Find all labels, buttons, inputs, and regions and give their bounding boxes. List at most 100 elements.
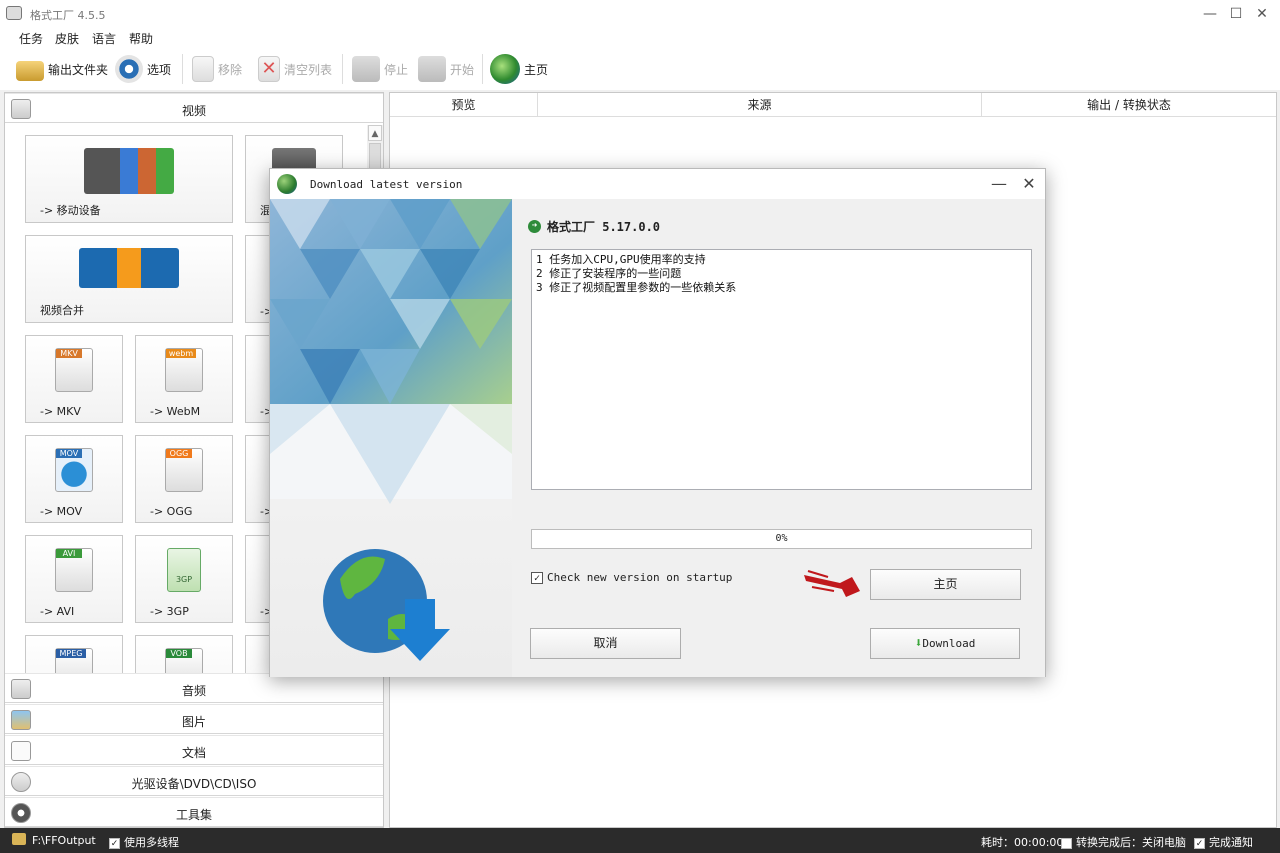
start-button[interactable]: 开始 bbox=[418, 54, 474, 84]
output-folder-button[interactable]: 输出文件夹 bbox=[16, 54, 108, 84]
menu-task[interactable]: 任务 bbox=[19, 30, 43, 47]
release-notes-box[interactable]: 1 任务加入CPU,GPU使用率的支持 2 修正了安装程序的一些问题 3 修正了… bbox=[531, 249, 1032, 490]
column-output-status[interactable]: 输出 / 转换状态 bbox=[982, 93, 1276, 117]
download-progress-bar: 0% bbox=[531, 529, 1032, 549]
tile-mobile[interactable]: -> 移动设备 bbox=[25, 135, 233, 223]
release-note-line: 2 修正了安装程序的一些问题 bbox=[536, 267, 682, 280]
tile-mov[interactable]: MOV -> MOV bbox=[25, 435, 123, 523]
category-rom-label: 光驱设备\DVD\CD\ISO bbox=[131, 777, 257, 791]
tile-webm[interactable]: webm -> WebM bbox=[135, 335, 233, 423]
triangle-pattern-graphic bbox=[270, 199, 512, 661]
webm-badge: webm bbox=[166, 349, 196, 358]
after-done-check-box bbox=[1061, 837, 1072, 849]
mov-badge: MOV bbox=[56, 449, 82, 458]
progress-text: 0% bbox=[775, 533, 788, 544]
avi-file-icon: AVI bbox=[55, 548, 93, 592]
check-startup-mark: ✓ bbox=[531, 571, 543, 584]
avi-badge: AVI bbox=[56, 549, 82, 558]
tile-avi[interactable]: AVI -> AVI bbox=[25, 535, 123, 623]
category-picture[interactable]: 图片 bbox=[5, 704, 383, 734]
category-document[interactable]: 文档 bbox=[5, 735, 383, 765]
check-startup-label: Check new version on startup bbox=[547, 571, 733, 584]
tile-mpeg[interactable]: MPEG bbox=[25, 635, 123, 673]
category-rom-device[interactable]: 光驱设备\DVD\CD\ISO bbox=[5, 766, 383, 796]
multithread-checkbox[interactable]: ✓ 使用多线程 bbox=[109, 834, 179, 850]
check-startup-checkbox[interactable]: ✓ Check new version on startup bbox=[531, 571, 732, 584]
category-picture-label: 图片 bbox=[181, 715, 206, 729]
tile-vob[interactable]: VOB bbox=[135, 635, 233, 673]
stop-button[interactable]: 停止 bbox=[352, 54, 408, 84]
mov-file-icon: MOV bbox=[55, 448, 93, 492]
tile-3gp[interactable]: 3GP -> 3GP bbox=[135, 535, 233, 623]
dialog-close-button[interactable]: ✕ bbox=[1018, 173, 1040, 195]
output-path[interactable]: F:\FFOutput bbox=[32, 834, 96, 847]
tile-label: -> 移动设备 bbox=[40, 204, 101, 217]
home-page-button[interactable]: 主页 bbox=[870, 569, 1021, 600]
tile-label: -> MOV bbox=[40, 505, 83, 518]
globe-icon bbox=[277, 174, 297, 194]
toolbar-separator bbox=[342, 54, 343, 84]
scroll-up-arrow-icon[interactable]: ▲ bbox=[368, 125, 382, 141]
remove-button[interactable]: 移除 bbox=[192, 54, 242, 84]
cancel-button[interactable]: 取消 bbox=[530, 628, 681, 659]
window-titlebar: 格式工厂 4.5.5 — ☐ ✕ bbox=[0, 0, 1280, 28]
toolbar: 输出文件夹 选项 移除 ✕ 清空列表 停止 开始 主页 bbox=[0, 48, 1280, 90]
mpeg-file-icon: MPEG bbox=[55, 648, 93, 673]
tile-ogg[interactable]: OGG -> OGG bbox=[135, 435, 233, 523]
category-audio[interactable]: 音频 bbox=[5, 673, 383, 703]
multithread-label: 使用多线程 bbox=[124, 836, 179, 849]
tile-mkv[interactable]: MKV -> MKV bbox=[25, 335, 123, 423]
column-source[interactable]: 来源 bbox=[538, 93, 982, 117]
tile-label: -> MKV bbox=[40, 405, 81, 418]
after-done-label: 转换完成后：关闭电脑 bbox=[1076, 836, 1186, 849]
folder-icon bbox=[12, 833, 26, 845]
stop-label: 停止 bbox=[384, 62, 409, 77]
menu-language[interactable]: 语言 bbox=[92, 30, 116, 47]
clear-list-button[interactable]: ✕ 清空列表 bbox=[258, 54, 332, 84]
maximize-button[interactable]: ☐ bbox=[1226, 4, 1246, 24]
notify-checkbox[interactable]: ✓ 完成通知 bbox=[1194, 834, 1253, 850]
tile-video-merge[interactable]: 视频合并 bbox=[25, 235, 233, 323]
menu-bar: 任务 皮肤 语言 帮助 bbox=[0, 28, 1280, 48]
video-merge-icon bbox=[79, 248, 179, 288]
category-video[interactable]: 视频 bbox=[5, 93, 383, 123]
mkv-file-icon: MKV bbox=[55, 348, 93, 392]
clear-list-label: 清空列表 bbox=[284, 62, 333, 77]
toolbar-separator bbox=[182, 54, 183, 84]
home-toolbar-button[interactable]: 主页 bbox=[490, 54, 548, 84]
tile-label: -> OGG bbox=[150, 505, 193, 518]
after-done-checkbox[interactable]: 转换完成后：关闭电脑 bbox=[1061, 834, 1186, 850]
3gp-file-icon: 3GP bbox=[167, 548, 201, 592]
mobile-device-icon bbox=[84, 148, 174, 194]
dialog-minimize-button[interactable]: — bbox=[988, 173, 1010, 195]
release-note-line: 3 修正了视频配置里参数的一些依赖关系 bbox=[536, 281, 737, 294]
menu-skin[interactable]: 皮肤 bbox=[55, 30, 79, 47]
menu-help[interactable]: 帮助 bbox=[129, 30, 153, 47]
notify-label: 完成通知 bbox=[1209, 836, 1253, 849]
start-label: 开始 bbox=[450, 62, 475, 77]
vob-file-icon: VOB bbox=[165, 648, 203, 673]
column-preview[interactable]: 预览 bbox=[390, 93, 538, 117]
download-button[interactable]: ⬇Download bbox=[870, 628, 1020, 659]
red-arrow-icon bbox=[804, 570, 860, 597]
remove-label: 移除 bbox=[218, 62, 243, 77]
globe-icon bbox=[490, 54, 520, 84]
vob-badge: VOB bbox=[166, 649, 192, 658]
mpeg-badge: MPEG bbox=[56, 649, 86, 658]
options-label: 选项 bbox=[147, 62, 172, 77]
options-button[interactable]: 选项 bbox=[115, 54, 171, 84]
document-remove-icon bbox=[192, 56, 214, 82]
start-icon bbox=[418, 56, 446, 82]
minimize-button[interactable]: — bbox=[1200, 4, 1220, 24]
download-dialog: Download latest version — ✕ ➜ 格式工厂 5.17.… bbox=[269, 168, 1046, 677]
app-icon bbox=[6, 6, 22, 20]
tile-label: -> AVI bbox=[40, 605, 75, 618]
dialog-titlebar: Download latest version — ✕ bbox=[270, 169, 1045, 199]
category-toolbox[interactable]: 工具集 bbox=[5, 797, 383, 827]
mkv-badge: MKV bbox=[56, 349, 82, 358]
close-button[interactable]: ✕ bbox=[1252, 4, 1272, 24]
window-title: 格式工厂 4.5.5 bbox=[30, 9, 106, 22]
tile-label: -> 3GP bbox=[150, 605, 189, 618]
version-heading: ➜ 格式工厂 5.17.0.0 bbox=[528, 218, 660, 235]
category-toolbox-label: 工具集 bbox=[175, 808, 212, 822]
